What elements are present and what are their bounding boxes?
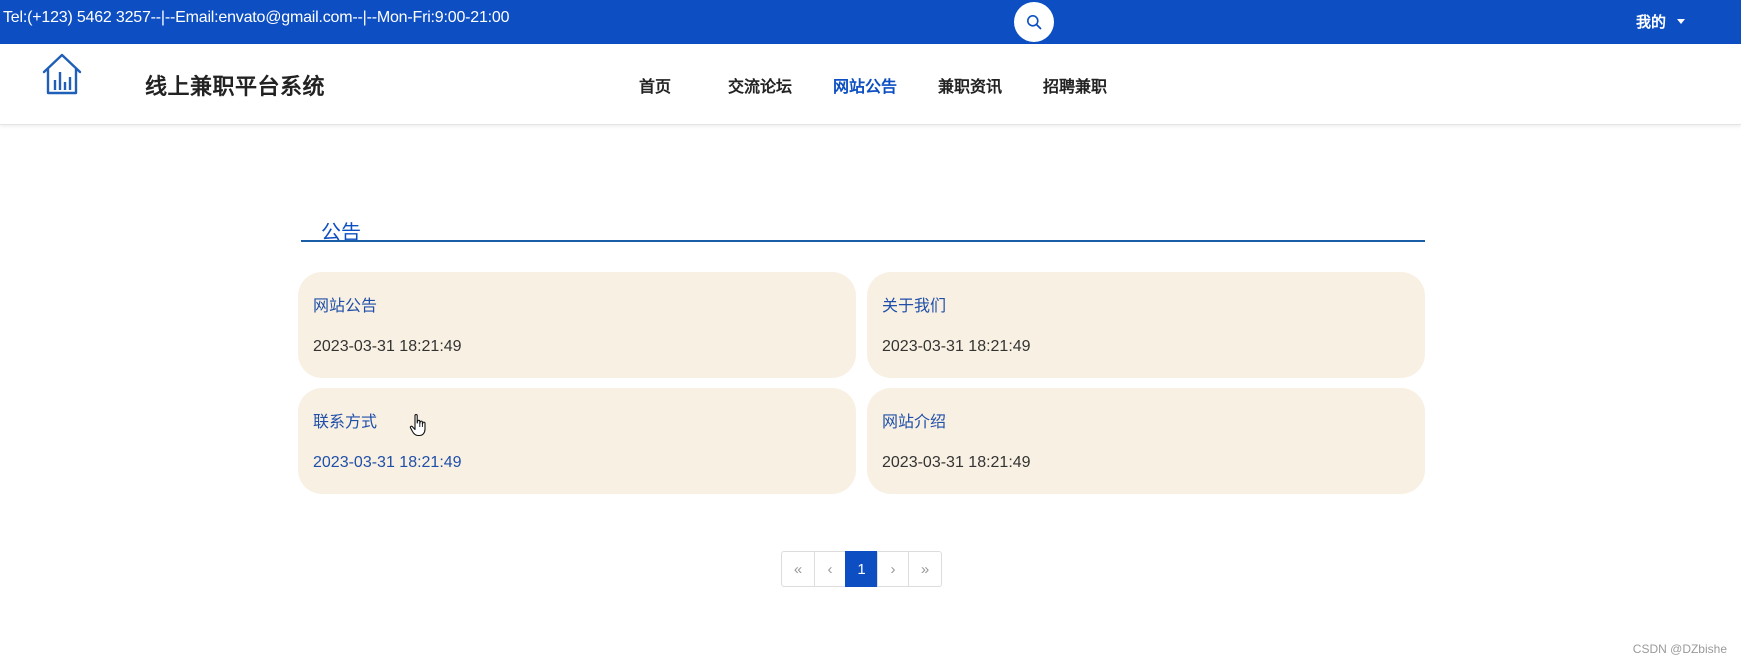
page-last-button[interactable]: »	[908, 551, 942, 587]
notice-card[interactable]: 关于我们 2023-03-31 18:21:49	[867, 272, 1425, 378]
notice-title[interactable]: 联系方式	[313, 408, 377, 432]
notice-card[interactable]: 联系方式 2023-03-31 18:21:49	[298, 388, 856, 494]
notice-card[interactable]: 网站公告 2023-03-31 18:21:49	[298, 272, 856, 378]
nav-item-home[interactable]: 首页	[639, 73, 671, 97]
contact-info: Tel:(+123) 5462 3257--|--Email:envato@gm…	[3, 9, 510, 26]
page-next-button[interactable]: ›	[877, 551, 909, 587]
notice-date: 2023-03-31 18:21:49	[882, 454, 1031, 471]
notice-date: 2023-03-31 18:21:49	[882, 338, 1031, 355]
notice-card[interactable]: 网站介绍 2023-03-31 18:21:49	[867, 388, 1425, 494]
site-title: 线上兼职平台系统	[145, 74, 326, 99]
notice-title[interactable]: 关于我们	[882, 292, 946, 316]
caret-down-icon	[1677, 19, 1686, 24]
notice-date: 2023-03-31 18:21:49	[313, 454, 462, 471]
user-menu-dropdown[interactable]: 我的	[1636, 11, 1686, 32]
user-menu-label: 我的	[1636, 14, 1667, 31]
nav-item-forum[interactable]: 交流论坛	[728, 73, 792, 97]
pagination: « ‹ 1 › »	[781, 551, 942, 587]
nav-item-announcements[interactable]: 网站公告	[833, 73, 897, 97]
nav-item-recruit[interactable]: 招聘兼职	[1043, 73, 1107, 97]
top-bar: Tel:(+123) 5462 3257--|--Email:envato@gm…	[0, 0, 1741, 44]
house-chart-icon[interactable]	[41, 52, 83, 96]
section-divider	[301, 240, 1425, 242]
search-button[interactable]	[1014, 2, 1054, 42]
page-number-button[interactable]: 1	[845, 551, 878, 587]
search-icon	[1027, 15, 1042, 30]
site-header: 线上兼职平台系统 首页 交流论坛 网站公告 兼职资讯 招聘兼职	[0, 44, 1741, 125]
notice-title[interactable]: 网站公告	[313, 292, 377, 316]
page-prev-button[interactable]: ‹	[814, 551, 846, 587]
nav-item-news[interactable]: 兼职资讯	[938, 73, 1002, 97]
notice-title[interactable]: 网站介绍	[882, 408, 946, 432]
notice-date: 2023-03-31 18:21:49	[313, 338, 462, 355]
watermark: CSDN @DZbishe	[1632, 642, 1727, 656]
page-first-button[interactable]: «	[781, 551, 815, 587]
